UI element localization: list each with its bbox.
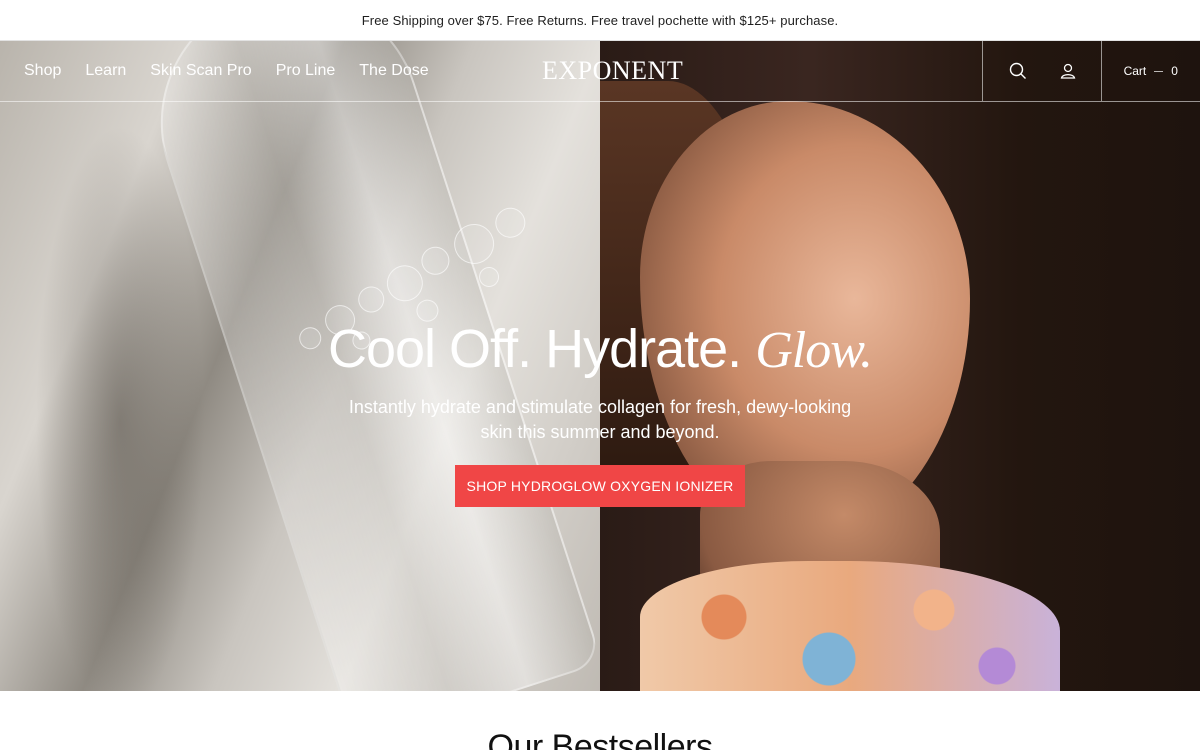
nav-link-learn[interactable]: Learn bbox=[85, 62, 126, 80]
headline-main: Cool Off. Hydrate. bbox=[327, 319, 742, 379]
shirt-shape bbox=[640, 561, 1060, 691]
logo[interactable]: EXPONENT bbox=[542, 56, 683, 86]
nav-link-shop[interactable]: Shop bbox=[24, 62, 61, 80]
announcement-bar: Free Shipping over $75. Free Returns. Fr… bbox=[0, 0, 1200, 41]
hero-subtitle: Instantly hydrate and stimulate collagen… bbox=[348, 397, 852, 442]
nav-links: Shop Learn Skin Scan Pro Pro Line The Do… bbox=[24, 41, 429, 101]
nav-link-the-dose[interactable]: The Dose bbox=[359, 62, 428, 80]
cart-button[interactable]: Cart 0 bbox=[1100, 41, 1200, 101]
account-button[interactable] bbox=[1043, 41, 1093, 101]
hero-headline: Cool Off. Hydrate. Glow. bbox=[300, 319, 900, 381]
headline-italic: Glow. bbox=[755, 322, 873, 379]
search-button[interactable] bbox=[993, 41, 1043, 101]
announcement-text: Free Shipping over $75. Free Returns. Fr… bbox=[361, 12, 839, 28]
cart-count: 0 bbox=[1171, 64, 1178, 78]
account-icon bbox=[1060, 63, 1075, 79]
bestsellers-title: Our Bestsellers bbox=[487, 728, 713, 750]
nav-actions: Cart 0 bbox=[982, 41, 1200, 101]
shop-hydroglow-button[interactable]: SHOP HYDROGLOW OXYGEN IONIZER bbox=[455, 465, 745, 507]
main-navigation: Shop Learn Skin Scan Pro Pro Line The Do… bbox=[0, 41, 1200, 102]
nav-link-skin-scan-pro[interactable]: Skin Scan Pro bbox=[150, 62, 251, 80]
cart-label: Cart bbox=[1123, 64, 1147, 78]
hero-banner: Cool Off. Hydrate. Glow. Instantly hydra… bbox=[0, 41, 1200, 691]
cart-divider bbox=[1154, 70, 1164, 72]
search-icon bbox=[1009, 62, 1026, 79]
hero-content: Cool Off. Hydrate. Glow. Instantly hydra… bbox=[300, 319, 900, 507]
nav-link-pro-line[interactable]: Pro Line bbox=[276, 62, 336, 80]
